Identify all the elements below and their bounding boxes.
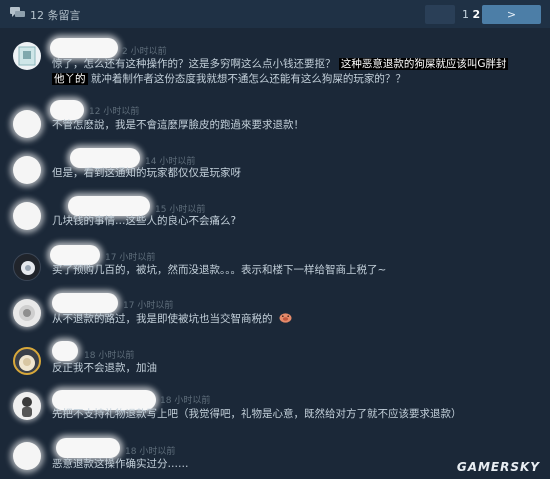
username-redacted[interactable]: [50, 38, 118, 58]
comment-highlight-line1: 这种恶意退款的狗屎就应该叫G胖封: [338, 58, 509, 70]
comment-item: 14 小时以前 但是，看到这通知的玩家都仅仅是玩家呀: [0, 148, 550, 198]
avatar[interactable]: [13, 347, 41, 375]
username-redacted[interactable]: [52, 293, 118, 313]
page-link-1[interactable]: 1: [462, 8, 469, 21]
username-redacted[interactable]: [56, 438, 120, 458]
avatar[interactable]: [13, 156, 41, 184]
comment-timestamp: 2 小时以前: [122, 47, 167, 57]
comment-text-part1: 惊了，怎么还有这种操作的？这是多穷啊这么点小钱还要抠？: [52, 58, 336, 70]
comment-timestamp: 17 小时以前: [123, 301, 174, 311]
next-page-button[interactable]: >: [482, 5, 541, 24]
comment-text: 买了预购几百的，被坑，然而没退款。。。表示和楼下一样给智商上税了~: [52, 264, 387, 276]
avatar[interactable]: [13, 392, 41, 420]
comments-header: 12 条留言 1 2 >: [0, 0, 550, 28]
comment-timestamp: 17 小时以前: [105, 253, 156, 263]
comment-text: 反正我不会退款，加油: [52, 362, 157, 374]
comment-timestamp: 18 小时以前: [84, 351, 135, 361]
comment-item: 18 小时以前 先把不支持礼物退款写上吧（我觉得吧，礼物是心意，既然给对方了就不…: [0, 388, 550, 438]
comment-text: 几块钱的事情…这些人的良心不会痛么?: [52, 215, 237, 227]
page-numbers: 1 2: [462, 8, 480, 21]
comment-item: 2 小时以前 惊了，怎么还有这种操作的？这是多穷啊这么点小钱还要抠？ 这种恶意退…: [0, 36, 550, 98]
comment-text-part2: 就冲着制作者这份态度我就想不通怎么还能有这么狗屎的玩家的？？: [90, 73, 406, 85]
comment-text: 先把不支持礼物退款写上吧（我觉得吧，礼物是心意，既然给对方了就不应该要求退款）: [52, 408, 462, 420]
avatar[interactable]: [13, 110, 41, 138]
avatar[interactable]: [13, 42, 41, 70]
comment-timestamp: 12 小时以前: [89, 107, 140, 117]
page-current-2: 2: [472, 8, 481, 21]
avatar[interactable]: [13, 202, 41, 230]
comment-item: 18 小时以前 反正我不会退款，加油: [0, 341, 550, 389]
comment-text: 惊了，怎么还有这种操作的？这是多穷啊这么点小钱还要抠？ 这种恶意退款的狗屎就应该…: [52, 57, 509, 87]
username-redacted[interactable]: [70, 148, 140, 168]
avatar[interactable]: [13, 299, 41, 327]
avatar[interactable]: [13, 442, 41, 470]
avatar[interactable]: [13, 253, 41, 281]
comment-item: 15 小时以前 几块钱的事情…这些人的良心不会痛么?: [0, 196, 550, 246]
username-redacted[interactable]: [52, 341, 78, 361]
comment-text: 从不退款的路过，我是即使被坑也当交智商税的: [52, 312, 292, 327]
comment-item: 12 小时以前 不管怎麽說，我是不會這麼厚臉皮的跑過來要求退款！: [0, 100, 550, 150]
comment-text: 不管怎麽說，我是不會這麼厚臉皮的跑過來要求退款！: [52, 119, 304, 131]
comment-text: 恶意退款这操作确实过分……: [52, 458, 189, 470]
comment-text: 但是，看到这通知的玩家都仅仅是玩家呀: [52, 167, 241, 179]
gamersky-watermark: GAMERSKY: [456, 460, 540, 474]
comment-timestamp: 18 小时以前: [160, 396, 211, 406]
comment-item: 17 小时以前 买了预购几百的，被坑，然而没退款。。。表示和楼下一样给智商上税了…: [0, 245, 550, 295]
comment-text-body: 从不退款的路过，我是即使被坑也当交智商税的: [52, 313, 273, 325]
chat-bubbles-icon: [10, 7, 25, 17]
comment-highlight-line2: 他丫的: [52, 73, 88, 85]
pig-face-emoji: [279, 313, 292, 323]
comment-item: 17 小时以前 从不退款的路过，我是即使被坑也当交智商税的: [0, 293, 550, 343]
username-redacted[interactable]: [50, 245, 100, 265]
username-redacted[interactable]: [50, 100, 84, 120]
prev-page-button[interactable]: [425, 5, 455, 24]
comment-timestamp: 18 小时以前: [125, 447, 176, 457]
username-redacted[interactable]: [68, 196, 150, 216]
comment-count: 12 条留言: [30, 9, 81, 22]
